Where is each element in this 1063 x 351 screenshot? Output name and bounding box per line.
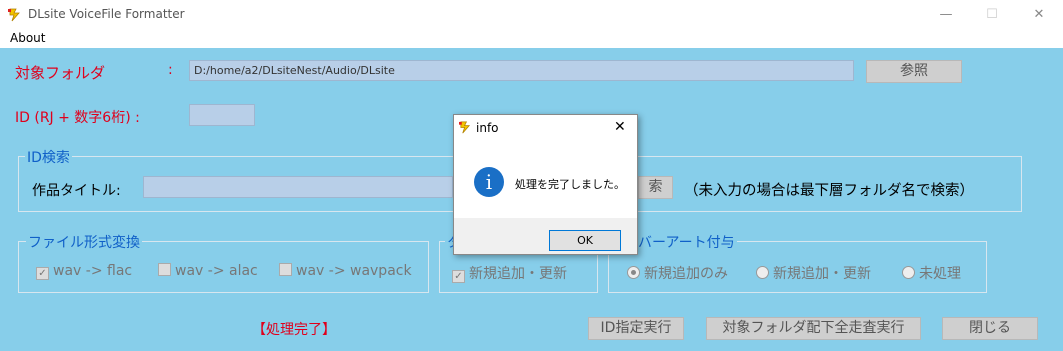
wav-flac-label: wav -> flac bbox=[53, 263, 133, 279]
maximize-button[interactable]: ☐ bbox=[977, 5, 1007, 25]
target-folder-input[interactable]: D:/home/a2/DLsiteNest/Audio/DLsite bbox=[189, 60, 854, 81]
menu-bar bbox=[0, 30, 1063, 48]
search-button[interactable]: 索 bbox=[638, 176, 673, 199]
search-hint: （未入力の場合は最下層フォルダ名で検索） bbox=[684, 183, 974, 199]
wav-alac-checkbox[interactable]: wav -> alac bbox=[158, 263, 258, 279]
dialog-message: 処理を完了しました。 bbox=[515, 178, 625, 191]
wav-wavpack-label: wav -> wavpack bbox=[296, 263, 412, 279]
wav-flac-checkbox[interactable]: ✓ wav -> flac bbox=[36, 263, 132, 280]
id-search-group-title: ID検索 bbox=[25, 147, 72, 167]
work-title-label: 作品タイトル: bbox=[32, 183, 121, 199]
cover-art-group-title: バーアート付与 bbox=[636, 232, 737, 252]
checkmark-icon: ✓ bbox=[452, 270, 465, 283]
window-title: DLsite VoiceFile Formatter bbox=[28, 7, 185, 21]
run-all-button[interactable]: 対象フォルダ配下全走査実行 bbox=[706, 317, 921, 340]
close-button[interactable]: 閉じる bbox=[942, 317, 1038, 340]
info-dialog: info ✕ i 処理を完了しました。 OK bbox=[453, 114, 638, 255]
id-input[interactable] bbox=[189, 104, 255, 126]
minimize-button[interactable]: — bbox=[931, 5, 961, 25]
cover-none-label: 未処理 bbox=[919, 266, 961, 282]
radio-selected-icon bbox=[627, 266, 640, 279]
cover-new-only-radio[interactable]: 新規追加のみ bbox=[627, 263, 728, 283]
run-id-button[interactable]: ID指定実行 bbox=[588, 317, 684, 340]
wav-wavpack-checkbox[interactable]: wav -> wavpack bbox=[279, 263, 412, 279]
unchecked-box-icon bbox=[279, 263, 292, 276]
cover-new-update-label: 新規追加・更新 bbox=[773, 266, 871, 282]
cover-new-update-radio[interactable]: 新規追加・更新 bbox=[756, 263, 871, 283]
file-conversion-group-title: ファイル形式変換 bbox=[26, 232, 142, 252]
work-title-input[interactable] bbox=[143, 176, 453, 198]
info-icon: i bbox=[474, 167, 504, 197]
unchecked-box-icon bbox=[158, 263, 171, 276]
target-folder-colon: : bbox=[168, 62, 173, 78]
status-text: 【処理完了】 bbox=[252, 322, 336, 338]
radio-unselected-icon bbox=[756, 266, 769, 279]
tag-update-checkbox[interactable]: ✓ 新規追加・更新 bbox=[452, 263, 567, 283]
cover-new-only-label: 新規追加のみ bbox=[644, 266, 728, 282]
browse-button[interactable]: 参照 bbox=[866, 60, 962, 83]
target-folder-label: 対象フォルダ bbox=[15, 64, 106, 82]
dialog-title: info bbox=[476, 121, 499, 135]
dialog-ok-button[interactable]: OK bbox=[549, 230, 621, 251]
dialog-lightning-icon bbox=[459, 121, 471, 134]
app-lightning-icon bbox=[8, 8, 20, 22]
close-window-button[interactable]: ✕ bbox=[1024, 5, 1054, 25]
menu-about[interactable]: About bbox=[10, 31, 45, 45]
checkmark-icon: ✓ bbox=[36, 267, 49, 280]
tag-update-label: 新規追加・更新 bbox=[469, 266, 567, 282]
dialog-close-button[interactable]: ✕ bbox=[614, 119, 626, 135]
cover-none-radio[interactable]: 未処理 bbox=[902, 263, 961, 283]
radio-unselected-icon bbox=[902, 266, 915, 279]
id-label: ID (RJ + 数字6桁) : bbox=[15, 110, 140, 126]
wav-alac-label: wav -> alac bbox=[175, 263, 258, 279]
